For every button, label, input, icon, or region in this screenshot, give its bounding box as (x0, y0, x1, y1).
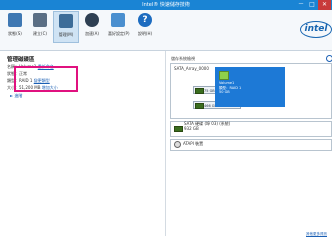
minimize-button[interactable]: － (296, 0, 306, 10)
advanced-toggle[interactable]: ► 進階 (10, 93, 22, 99)
window-title: Intel® 快速儲存技術 (142, 2, 190, 8)
volume-icon (219, 71, 229, 80)
disk-1-size: 75 GB (204, 89, 215, 93)
atapi-label: ATAPI 裝置 (183, 141, 204, 146)
help-icon: ? (138, 13, 152, 27)
status-icon (8, 13, 22, 27)
toolbar-create-button[interactable]: 建立(C) (30, 13, 50, 37)
sata-disk-size: 932 GB (184, 126, 199, 131)
toolbar-manage-button[interactable]: 管理(M) (53, 11, 79, 43)
more-info-link[interactable]: 其他更多資訊 (306, 231, 327, 237)
status-label: 狀態(S) (8, 31, 22, 36)
intel-logo: intel (300, 21, 332, 38)
disk-2-icon (195, 103, 204, 109)
disk-1-icon (195, 88, 204, 94)
sata-disk-icon (174, 126, 183, 132)
volume-tile-size: 50 GB (219, 90, 230, 94)
preferences-label: 喜好設定(P) (108, 31, 130, 36)
create-icon (33, 13, 47, 27)
toolbar-accelerate-button[interactable]: 加速(A) (82, 13, 102, 37)
help-label: 說明(H) (137, 31, 153, 36)
refresh-icon[interactable] (326, 55, 332, 62)
toolbar-preferences-button[interactable]: 喜好設定(P) (108, 13, 130, 37)
toolbar-status-button[interactable]: 狀態(S) (5, 13, 25, 37)
storage-view-heading: 儲存系統檢視 (171, 56, 195, 61)
manage-label: 管理(M) (58, 32, 74, 37)
toolbar-help-button[interactable]: ? 說明(H) (135, 13, 155, 37)
page-title: 管理磁碟區 (7, 57, 35, 63)
accelerate-label: 加速(A) (85, 31, 99, 36)
sata-disk-label: SATA 硬碟 (埠 03) (系統) 932 GB (184, 121, 230, 131)
create-label: 建立(C) (33, 31, 47, 36)
highlight-box (14, 66, 78, 92)
close-button[interactable]: ✕ (318, 0, 331, 10)
disc-icon (174, 141, 181, 148)
manage-icon (59, 14, 73, 28)
preferences-icon (111, 13, 125, 27)
array-name: SATA_Array_0000 (174, 66, 209, 71)
maximize-button[interactable]: □ (307, 0, 317, 10)
accelerate-icon (85, 13, 99, 27)
